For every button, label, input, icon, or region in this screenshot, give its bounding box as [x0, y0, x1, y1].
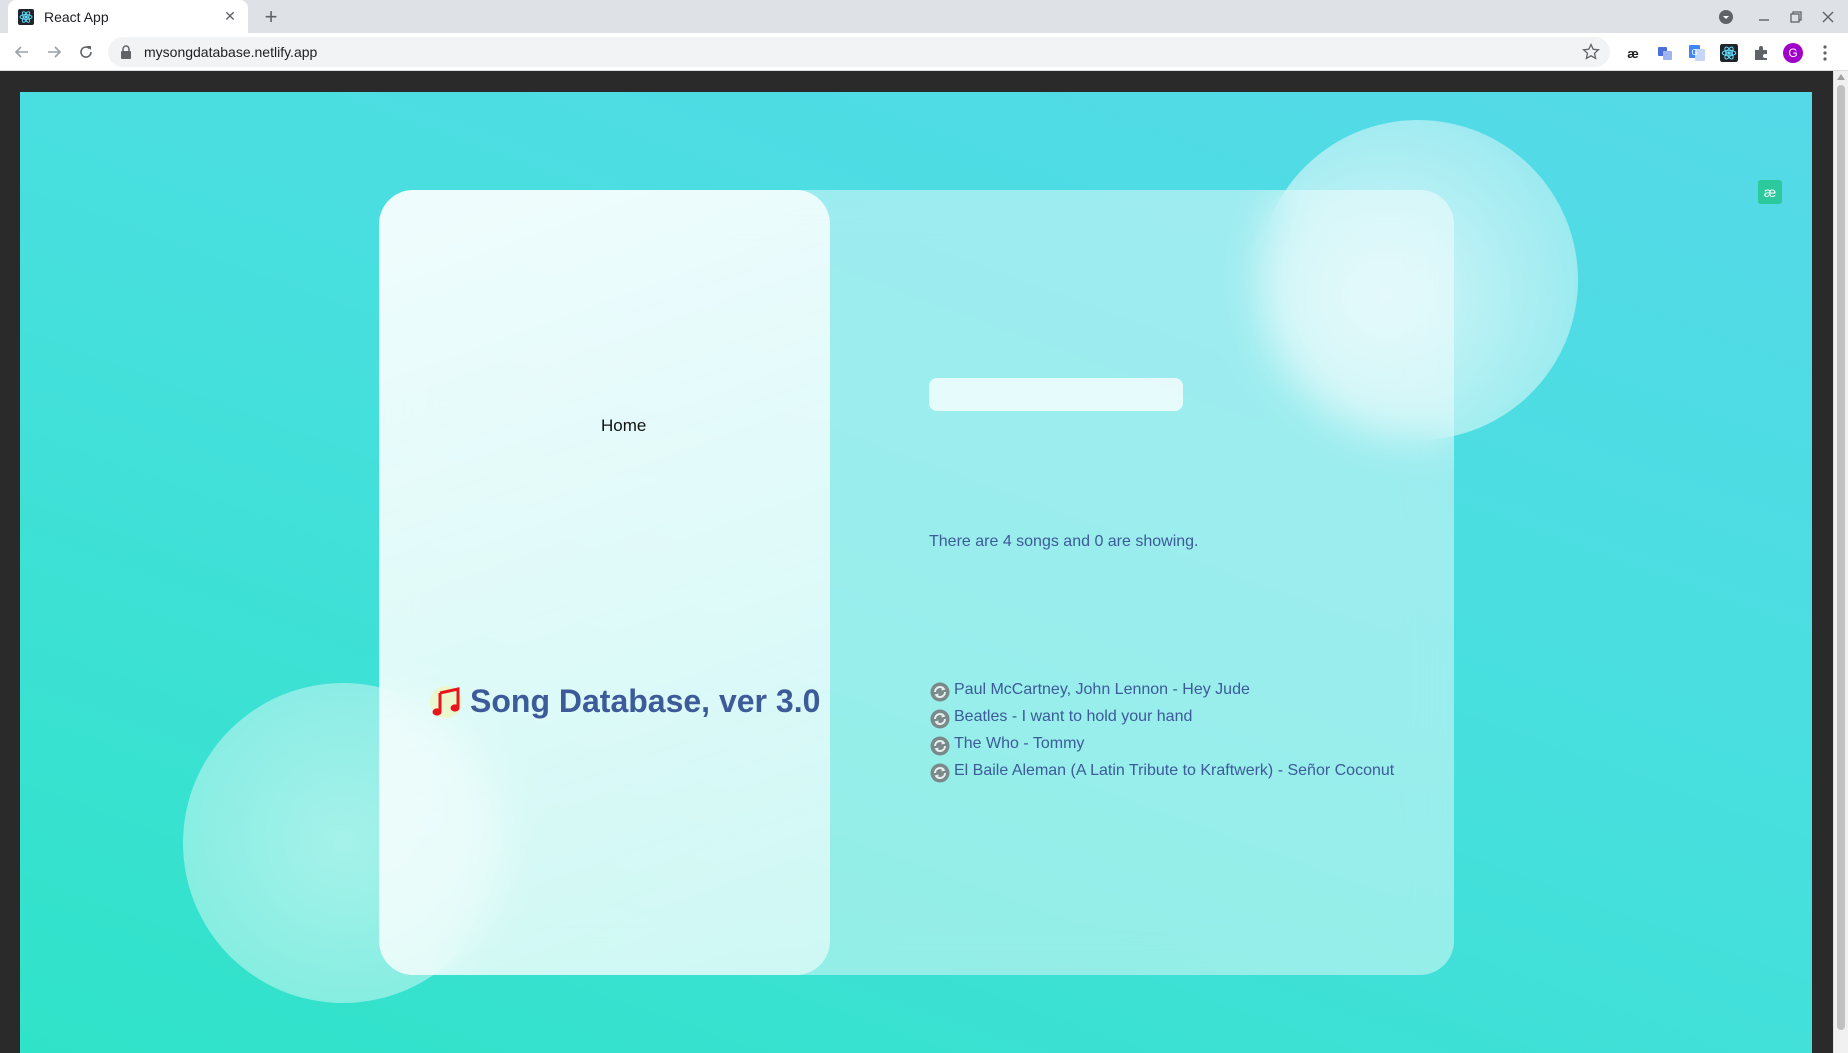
song-label: Paul McCartney, John Lennon - Hey Jude	[954, 680, 1250, 698]
profile-initial: G	[1788, 46, 1798, 60]
list-item[interactable]: Paul McCartney, John Lennon - Hey Jude	[929, 676, 1394, 703]
song-list: Paul McCartney, John Lennon - Hey Jude B…	[929, 676, 1394, 784]
refresh-icon[interactable]	[929, 708, 951, 730]
minimize-icon[interactable]	[1748, 0, 1780, 33]
back-arrow-icon[interactable]	[8, 38, 36, 66]
more-menu-icon[interactable]	[1814, 42, 1836, 64]
app-background: æ Home Song Database, ver 3.0 There are …	[20, 92, 1812, 1053]
ae-overlay-icon[interactable]: æ	[1758, 180, 1782, 204]
address-bar[interactable]: mysongdatabase.netlify.app	[108, 37, 1610, 67]
react-devtools-icon[interactable]	[1718, 42, 1740, 64]
browser-toolbar: mysongdatabase.netlify.app æ G G	[0, 33, 1848, 71]
song-label: The Who - Tommy	[954, 734, 1085, 752]
scroll-up-arrow-icon[interactable]	[1837, 74, 1845, 80]
song-label: El Baile Aleman (A Latin Tribute to Kraf…	[954, 761, 1395, 779]
browser-tab-bar: React App ✕ +	[0, 0, 1848, 33]
restore-icon[interactable]	[1780, 0, 1812, 33]
avatar[interactable]: G	[1782, 42, 1804, 64]
app-title-row: Song Database, ver 3.0	[428, 683, 820, 720]
page-scrollbar[interactable]	[1833, 71, 1848, 1053]
close-window-icon[interactable]	[1812, 0, 1844, 33]
url-text[interactable]: mysongdatabase.netlify.app	[144, 44, 317, 60]
sidebar-panel	[379, 190, 830, 975]
search-input[interactable]	[929, 378, 1183, 411]
browser-tab[interactable]: React App ✕	[8, 0, 248, 33]
song-label: Beatles - I want to hold your hand	[954, 707, 1193, 725]
refresh-icon[interactable]	[929, 735, 951, 757]
page-title: Song Database, ver 3.0	[470, 683, 821, 719]
list-item[interactable]: The Who - Tommy	[929, 730, 1394, 757]
puzzle-icon[interactable]	[1750, 42, 1772, 64]
list-item[interactable]: Beatles - I want to hold your hand	[929, 703, 1394, 730]
tab-close-icon[interactable]: ✕	[222, 8, 238, 25]
refresh-icon[interactable]	[929, 762, 951, 784]
ae-extension-icon[interactable]: æ	[1622, 42, 1644, 64]
refresh-icon[interactable]	[929, 681, 951, 703]
tab-title: React App	[44, 8, 109, 25]
scrollbar-thumb[interactable]	[1837, 85, 1845, 1030]
list-item[interactable]: El Baile Aleman (A Latin Tribute to Kraf…	[929, 757, 1394, 784]
glass-card	[379, 190, 1454, 975]
reload-icon[interactable]	[72, 38, 100, 66]
svg-text:G: G	[1692, 48, 1698, 57]
tab-search-icon[interactable]	[1710, 0, 1742, 33]
home-link[interactable]: Home	[601, 416, 646, 436]
translate-icon[interactable]	[1654, 42, 1676, 64]
music-note-icon	[428, 684, 464, 720]
new-tab-button[interactable]: +	[258, 4, 284, 30]
google-translate-icon[interactable]: G	[1686, 42, 1708, 64]
bookmark-star-icon[interactable]	[1582, 42, 1600, 61]
lock-icon[interactable]	[120, 45, 134, 59]
forward-arrow-icon[interactable]	[40, 38, 68, 66]
react-favicon-icon	[18, 8, 34, 25]
song-count-status: There are 4 songs and 0 are showing.	[929, 533, 1199, 550]
